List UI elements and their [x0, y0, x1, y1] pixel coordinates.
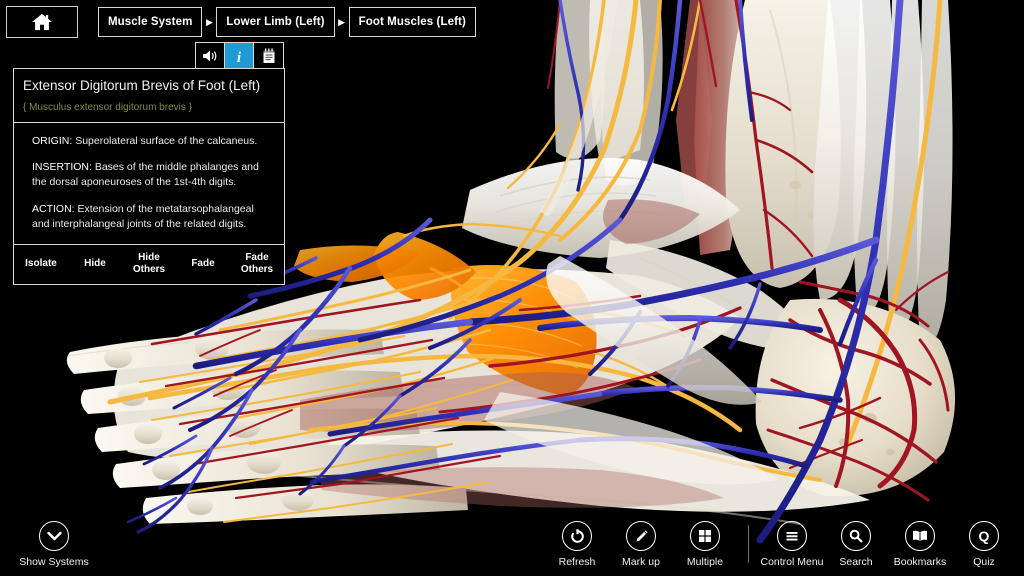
refresh-button[interactable]: Refresh — [545, 521, 609, 568]
markup-label: Mark up — [622, 556, 660, 568]
fact-origin: ORIGIN: Superolateral surface of the cal… — [32, 134, 274, 149]
quiz-icon-circle: Q — [969, 521, 999, 551]
panel-action-bar: Isolate Hide Hide Others Fade Fade Other… — [13, 245, 285, 285]
refresh-icon — [569, 528, 586, 545]
fact-action: ACTION: Extension of the metatarsophalan… — [32, 202, 274, 232]
breadcrumb-item-foot-muscles[interactable]: Foot Muscles (Left) — [349, 7, 476, 37]
show-systems-button[interactable]: Show Systems — [14, 521, 94, 568]
toolbar-divider — [748, 525, 749, 563]
markup-button[interactable]: Mark up — [609, 521, 673, 568]
fact-insertion: INSERTION: Bases of the middle phalanges… — [32, 160, 274, 190]
panel-header: Extensor Digitorum Brevis of Foot (Left)… — [13, 68, 285, 123]
breadcrumb-separator-icon: ▶ — [202, 18, 216, 27]
search-label: Search — [839, 556, 872, 568]
hide-button[interactable]: Hide — [68, 258, 122, 271]
chevron-down-icon — [47, 531, 62, 541]
show-systems-icon-circle — [39, 521, 69, 551]
breadcrumb-separator-icon: ▶ — [335, 18, 349, 27]
notes-tab[interactable] — [254, 43, 283, 68]
panel-tab-bar: i — [195, 42, 284, 69]
multiple-button[interactable]: Multiple — [673, 521, 737, 568]
structure-latin-name: { Musculus extensor digitorum brevis } — [23, 102, 275, 114]
search-button[interactable]: Search — [824, 521, 888, 568]
isolate-button[interactable]: Isolate — [14, 258, 68, 271]
panel-body[interactable]: ORIGIN: Superolateral surface of the cal… — [13, 123, 285, 245]
app-root: Muscle System ▶ Lower Limb (Left) ▶ Foot… — [0, 0, 1024, 576]
audio-tab[interactable] — [196, 43, 225, 68]
breadcrumb-list: Muscle System ▶ Lower Limb (Left) ▶ Foot… — [98, 7, 476, 37]
fact-insertion-label: INSERTION: — [32, 161, 92, 173]
multiple-icon-circle — [690, 521, 720, 551]
fact-origin-label: ORIGIN: — [32, 135, 72, 147]
quiz-q-icon: Q — [975, 527, 993, 545]
refresh-label: Refresh — [559, 556, 596, 568]
bottom-toolbar: Refresh Mark up Multiple — [545, 521, 1016, 568]
markup-icon-circle — [626, 521, 656, 551]
bookmarks-button[interactable]: Bookmarks — [888, 521, 952, 568]
breadcrumb-item-lower-limb[interactable]: Lower Limb (Left) — [216, 7, 334, 37]
fade-button[interactable]: Fade — [176, 258, 230, 271]
book-icon — [911, 529, 929, 543]
pencil-icon — [633, 528, 650, 545]
control-menu-button[interactable]: Control Menu — [760, 521, 824, 568]
fact-origin-text: Superolateral surface of the calcaneus. — [75, 135, 257, 147]
grid-icon — [697, 528, 713, 544]
home-icon — [31, 12, 53, 32]
hamburger-icon — [784, 529, 800, 543]
info-icon: i — [233, 48, 245, 64]
control-menu-label: Control Menu — [760, 556, 823, 568]
bookmarks-icon-circle — [905, 521, 935, 551]
bookmarks-label: Bookmarks — [894, 556, 947, 568]
multiple-label: Multiple — [687, 556, 723, 568]
notepad-icon — [262, 48, 276, 64]
quiz-button[interactable]: Q Quiz — [952, 521, 1016, 568]
speaker-icon — [202, 49, 219, 63]
structure-info-panel: i — [13, 68, 285, 285]
search-icon-circle — [841, 521, 871, 551]
structure-title: Extensor Digitorum Brevis of Foot (Left) — [23, 78, 275, 95]
quiz-label: Quiz — [973, 556, 995, 568]
control-menu-icon-circle — [777, 521, 807, 551]
svg-text:i: i — [237, 50, 242, 64]
hide-others-button[interactable]: Hide Others — [122, 252, 176, 277]
home-button[interactable] — [6, 6, 78, 38]
svg-text:Q: Q — [979, 528, 990, 544]
fact-action-label: ACTION: — [32, 203, 75, 215]
breadcrumb-item-muscle-system[interactable]: Muscle System — [98, 7, 202, 37]
info-tab[interactable]: i — [225, 43, 254, 68]
show-systems-label: Show Systems — [19, 556, 88, 568]
refresh-icon-circle — [562, 521, 592, 551]
magnifier-icon — [848, 528, 864, 544]
fade-others-button[interactable]: Fade Others — [230, 252, 284, 277]
breadcrumb-bar: Muscle System ▶ Lower Limb (Left) ▶ Foot… — [6, 6, 476, 38]
